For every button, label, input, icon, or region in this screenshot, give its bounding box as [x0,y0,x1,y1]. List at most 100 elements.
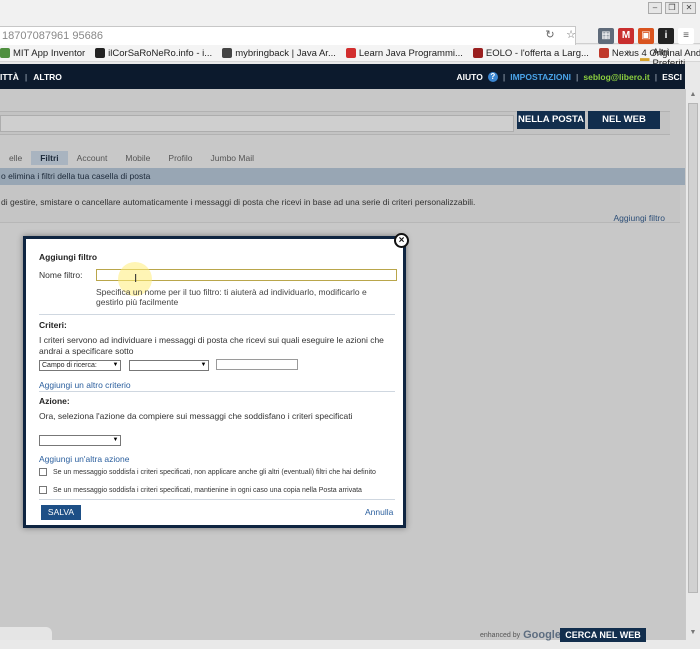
help-icon[interactable]: ? [487,72,498,82]
search-web-bottom-button[interactable]: CERCA NEL WEB [560,628,646,642]
search-field-select[interactable]: Campo di ricerca: ▼ [39,360,121,371]
dropdown-arrow-icon: ▼ [200,362,207,368]
extension-icon[interactable]: ▦ [598,28,614,44]
tab-filtri[interactable]: Filtri [31,151,68,165]
divider [39,391,395,392]
left-pane-edge [0,627,52,640]
nav-separator: | [502,72,506,82]
criteria-value-input[interactable] [216,359,298,370]
add-filter-link[interactable]: Aggiungi filtro [613,213,665,223]
dialog-title: Aggiungi filtro [39,252,98,262]
tab-caselle[interactable]: elle [0,151,31,165]
action-select[interactable]: ▼ [39,435,121,446]
search-input[interactable] [0,115,514,132]
criteria-title: Criteri: [39,320,67,330]
address-bar[interactable]: 18707087961 95686 [0,26,576,46]
criteria-text: I criteri servono ad individuare i messa… [39,335,384,356]
bookmark-3[interactable]: Learn Java Programmi... [345,47,463,59]
add-filter-dialog: Aggiungi filtro Nome filtro: I Specifica… [23,236,406,528]
filters-description: di gestire, smistare o cancellare automa… [1,197,476,207]
tab-jumbo-mail[interactable]: Jumbo Mail [202,151,263,165]
operator-select[interactable]: ▼ [129,360,209,371]
option-stop-filters[interactable]: Se un messaggio soddisfa i criteri speci… [39,468,376,476]
nav-item-citta[interactable]: ITTÀ [0,72,19,82]
user-email[interactable]: seblog@libero.it [583,72,649,82]
save-button[interactable]: SALVA [41,505,81,520]
search-mail-button[interactable]: NELLA POSTA [517,111,585,129]
star-icon[interactable]: ☆ [564,28,578,42]
browser-toolbar: – ❐ ✕ 18707087961 95686 ↻ ☆ ▦ M ▣ i ≡ [0,0,700,46]
extension-icons: ▦ M ▣ i ≡ [598,28,694,44]
option-keep-copy[interactable]: Se un messaggio soddisfa i criteri speci… [39,486,362,494]
tab-mobile[interactable]: Mobile [116,151,159,165]
address-bar-icons: ↻ ☆ [543,28,578,42]
bookmarks-bar: MIT App Inventor ilCorSaRoNeRo.info - i.… [0,45,700,69]
bookmark-favicon [472,48,483,58]
folder-icon: ▬ [640,52,650,64]
nav-item-altro[interactable]: ALTRO [33,72,62,82]
menu-icon[interactable]: ≡ [678,28,694,44]
close-window-icon[interactable]: ✕ [682,2,696,14]
add-criteria-link[interactable]: Aggiungi un altro criterio [39,380,131,390]
search-field-select-value: Campo di ricerca: [42,362,97,369]
nav-separator: | [654,72,658,82]
bookmark-1[interactable]: ilCorSaRoNeRo.info - i... [95,48,212,59]
top-navigation: ITTÀ | ALTRO AIUTO ? | IMPOSTAZIONI | se… [0,64,685,89]
bookmarks-more-button[interactable]: » [626,47,632,58]
url-text: 18707087961 95686 [2,30,103,42]
filter-name-label: Nome filtro: [39,270,83,280]
add-action-link[interactable]: Aggiungi un'altra azione [39,454,129,464]
info-icon[interactable]: i [658,28,674,44]
logout-link[interactable]: ESCI [662,72,682,82]
refresh-icon[interactable]: ↻ [543,28,557,42]
bookmark-favicon [598,48,609,58]
search-web-button[interactable]: NEL WEB [588,111,660,129]
bookmark-label: mybringback | Java Ar... [235,47,336,59]
bookmark-favicon [0,48,10,58]
tab-account[interactable]: Account [68,151,117,165]
bookmark-label: MIT App Inventor [13,47,86,59]
scroll-up-icon[interactable]: ▲ [689,91,697,99]
bookmark-favicon [345,48,356,58]
page-scrollbar[interactable]: ▲ ▼ [685,89,700,640]
restore-icon[interactable]: ❐ [665,2,679,14]
gmail-icon[interactable]: M [618,28,634,44]
bookmark-favicon [222,48,233,58]
bookmark-0[interactable]: MIT App Inventor [0,48,85,59]
bookmark-label: EOLO - l'offerta a Larg... [485,47,589,59]
bookmark-favicon [95,48,106,58]
extension-icon-2[interactable]: ▣ [638,28,654,44]
scroll-down-icon[interactable]: ▼ [689,629,697,637]
close-dialog-icon[interactable]: × [394,233,409,248]
filters-content: di gestire, smistare o cancellare automa… [0,185,680,223]
window-controls: – ❐ ✕ [648,2,696,14]
help-link[interactable]: AIUTO [457,72,483,82]
google-logo: Google [523,629,561,641]
divider [39,314,395,315]
dropdown-arrow-icon: ▼ [112,362,119,368]
settings-tabs: elle Filtri Account Mobile Profilo Jumbo… [0,151,263,165]
bookmark-4[interactable]: EOLO - l'offerta a Larg... [472,47,589,59]
bookmark-label: ilCorSaRoNeRo.info - i... [108,47,213,59]
bookmark-label: Learn Java Programmi... [358,47,463,59]
actions-title: Azione: [39,396,70,406]
tab-profilo[interactable]: Profilo [159,151,201,165]
stop-filters-checkbox[interactable] [39,468,47,476]
cancel-link[interactable]: Annulla [365,507,393,517]
bookmark-2[interactable]: mybringback | Java Ar... [222,48,336,59]
dropdown-arrow-icon: ▼ [112,437,119,443]
minimize-icon[interactable]: – [648,2,662,14]
enhanced-by-label: enhanced by [480,631,521,639]
nav-separator: | [24,72,28,82]
scrollbar-thumb[interactable] [688,103,698,593]
text-cursor-icon: I [134,272,138,285]
section-band: o elimina i filtri della tua casella di … [0,168,685,185]
filter-name-hint: Specifica un nome per il tuo filtro: ti … [96,287,367,307]
settings-link[interactable]: IMPOSTAZIONI [510,72,571,82]
stop-filters-label: Se un messaggio soddisfa i criteri speci… [53,468,376,476]
keep-copy-checkbox[interactable] [39,486,47,494]
nav-separator: | [575,72,579,82]
actions-text: Ora, seleziona l'azione da compiere sui … [39,411,353,421]
divider [39,499,395,500]
google-enhanced: enhanced by Google [480,629,561,641]
